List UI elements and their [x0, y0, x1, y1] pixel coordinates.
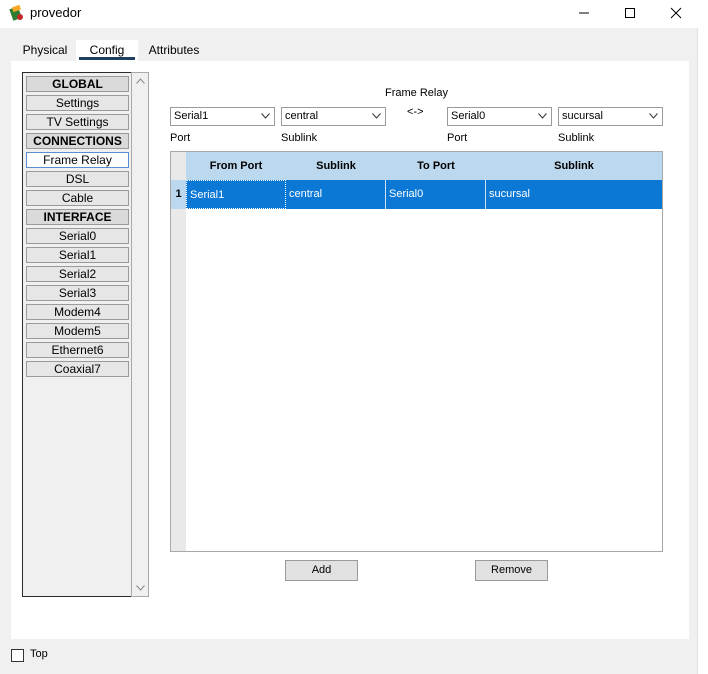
maximize-icon	[625, 8, 635, 18]
column-header-to-port[interactable]: To Port	[386, 152, 486, 180]
nav-item-cable[interactable]: Cable	[26, 190, 129, 206]
chevron-down-icon	[538, 113, 547, 119]
cell-to-port[interactable]: Serial0	[386, 180, 486, 209]
nav-header-interface: INTERFACE	[26, 209, 129, 225]
tab-physical[interactable]: Physical	[14, 40, 76, 62]
chevron-down-icon	[261, 113, 270, 119]
maximize-button[interactable]	[607, 0, 653, 28]
tab-active-indicator	[79, 57, 135, 60]
from-sublink-label: Sublink	[281, 132, 318, 144]
nav-item-ethernet6[interactable]: Ethernet6	[26, 342, 129, 358]
from-sublink-select[interactable]: central	[281, 107, 386, 126]
minimize-icon	[579, 12, 589, 14]
row-number: 1	[171, 180, 186, 209]
chevron-down-icon	[372, 113, 381, 119]
nav-item-serial1[interactable]: Serial1	[26, 247, 129, 263]
frame-relay-table: From Port Sublink To Port Sublink 1 Seri…	[170, 151, 663, 552]
nav-item-dsl[interactable]: DSL	[26, 171, 129, 187]
from-port-label: Port	[170, 132, 191, 144]
cell-from-sublink[interactable]: central	[286, 180, 386, 209]
chevron-up-icon[interactable]	[136, 78, 145, 84]
to-sublink-label: Sublink	[558, 132, 595, 144]
title-bar: provedor	[0, 0, 708, 28]
close-button[interactable]	[653, 0, 699, 28]
cell-to-sublink[interactable]: sucursal	[486, 180, 662, 209]
to-port-label: Port	[447, 132, 468, 144]
table-header: From Port Sublink To Port Sublink	[186, 152, 662, 180]
column-header-from-sublink[interactable]: Sublink	[286, 152, 386, 180]
to-sublink-value: sucursal	[562, 110, 603, 122]
tab-attributes[interactable]: Attributes	[140, 40, 208, 62]
minimize-button[interactable]	[561, 0, 607, 28]
chevron-down-icon	[649, 113, 658, 119]
nav-header-global: GLOBAL	[26, 76, 129, 92]
from-sublink-value: central	[285, 110, 319, 122]
to-sublink-select[interactable]: sucursal	[558, 107, 663, 126]
frame-relay-title: Frame Relay	[385, 87, 448, 99]
window-edge	[697, 28, 708, 674]
chevron-down-icon[interactable]	[136, 585, 145, 591]
column-header-from-port[interactable]: From Port	[186, 152, 286, 180]
nav-item-modem5[interactable]: Modem5	[26, 323, 129, 339]
nav-scrollbar[interactable]	[131, 72, 149, 597]
nav-item-serial0[interactable]: Serial0	[26, 228, 129, 244]
nav-item-tv-settings[interactable]: TV Settings	[26, 114, 129, 130]
window-title: provedor	[30, 5, 82, 20]
nav-header-connections: CONNECTIONS	[26, 133, 129, 149]
from-port-value: Serial1	[174, 110, 209, 122]
top-checkbox[interactable]	[11, 649, 24, 662]
remove-button[interactable]: Remove	[475, 560, 548, 581]
to-port-value: Serial0	[451, 110, 486, 122]
to-port-select[interactable]: Serial0	[447, 107, 552, 126]
nav-item-frame-relay[interactable]: Frame Relay	[26, 152, 129, 168]
link-symbol: <->	[407, 106, 424, 118]
nav-item-modem4[interactable]: Modem4	[26, 304, 129, 320]
add-button[interactable]: Add	[285, 560, 358, 581]
table-row[interactable]: Serial1 central Serial0 sucursal	[186, 180, 662, 209]
cell-from-port[interactable]: Serial1	[186, 180, 286, 209]
nav-item-coaxial7[interactable]: Coaxial7	[26, 361, 129, 377]
row-number-gutter	[171, 152, 186, 551]
packet-tracer-router-icon	[9, 4, 23, 21]
nav-item-settings[interactable]: Settings	[26, 95, 129, 111]
column-header-to-sublink[interactable]: Sublink	[486, 152, 662, 180]
from-port-select[interactable]: Serial1	[170, 107, 275, 126]
config-nav-list: GLOBAL Settings TV Settings CONNECTIONS …	[22, 72, 131, 597]
nav-item-serial3[interactable]: Serial3	[26, 285, 129, 301]
nav-item-serial2[interactable]: Serial2	[26, 266, 129, 282]
close-icon	[670, 7, 682, 19]
top-checkbox-label: Top	[30, 648, 48, 660]
